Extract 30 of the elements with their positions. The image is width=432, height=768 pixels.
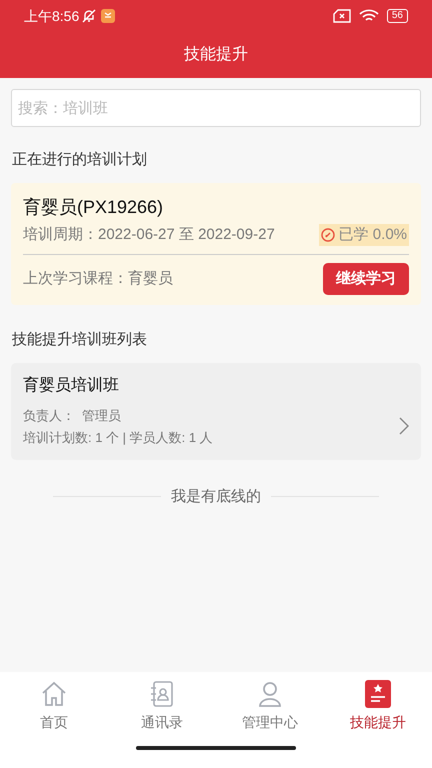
bell-off-icon bbox=[81, 8, 98, 24]
plan-period: 培训周期：2022-06-27 至 2022-09-27 bbox=[23, 224, 276, 244]
sim-off-icon bbox=[332, 9, 351, 23]
search-field[interactable]: 搜索：培训班 bbox=[11, 89, 421, 127]
status-time: 上午8:56 bbox=[24, 6, 80, 26]
wifi-icon bbox=[358, 9, 379, 23]
tab-item[interactable]: 技能提升 bbox=[324, 672, 432, 740]
section-title: 技能提升培训班列表 bbox=[11, 330, 148, 350]
end-of-list-text: 我是有底线的 bbox=[170, 486, 262, 506]
class-name: 育婴员培训班 bbox=[23, 375, 120, 396]
person-icon bbox=[256, 680, 284, 708]
certificate-icon bbox=[365, 680, 391, 708]
tab-item[interactable]: 首页 bbox=[0, 672, 108, 740]
class-manager: 负责人： 管理员 bbox=[23, 406, 122, 424]
app-notification-icon bbox=[101, 9, 116, 23]
chevron-right-icon bbox=[399, 417, 409, 435]
tab-item[interactable]: 通讯录 bbox=[108, 672, 216, 740]
continue-button[interactable]: 继续学习 bbox=[323, 263, 409, 295]
class-list-item[interactable]: 育婴员培训班 负责人： 管理员 培训计划数: 1 个 | 学员人数: 1 人 bbox=[11, 362, 421, 460]
contact-book-icon bbox=[148, 680, 176, 708]
page-title: 技能提升 bbox=[183, 44, 249, 65]
battery-icon: 56 bbox=[386, 9, 408, 23]
plan-name: 育婴员(PX19266) bbox=[23, 196, 164, 218]
tab-item[interactable]: 管理中心 bbox=[216, 672, 324, 740]
compass-icon bbox=[320, 228, 335, 242]
class-stats: 培训计划数: 1 个 | 学员人数: 1 人 bbox=[23, 429, 214, 447]
progress-badge: 已学 0.0% bbox=[318, 224, 409, 246]
last-course: 上次学习课程：育婴员 bbox=[23, 268, 173, 289]
house-icon bbox=[40, 680, 68, 708]
section-title: 正在进行的培训计划 bbox=[11, 150, 148, 170]
